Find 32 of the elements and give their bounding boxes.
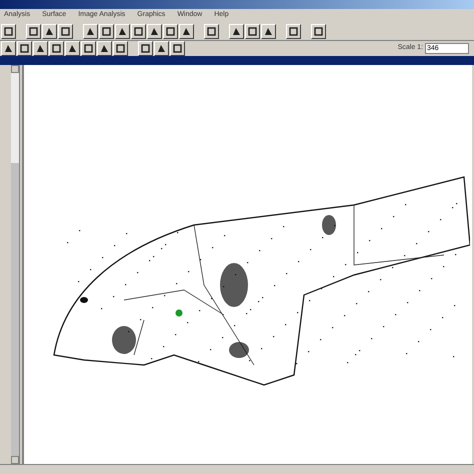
tool-button[interactable] bbox=[83, 24, 98, 38]
tool-button[interactable] bbox=[99, 24, 114, 38]
tool-button[interactable] bbox=[245, 24, 260, 38]
tool-button[interactable] bbox=[1, 41, 16, 56]
tool-icon bbox=[314, 26, 323, 36]
tool-button[interactable] bbox=[49, 41, 64, 56]
tool-button[interactable] bbox=[179, 24, 194, 38]
tool-button[interactable] bbox=[204, 24, 219, 38]
tool-button[interactable] bbox=[138, 41, 153, 56]
scrollbar[interactable] bbox=[11, 65, 19, 464]
tool-button[interactable] bbox=[1, 24, 16, 38]
tool-button[interactable] bbox=[26, 24, 41, 38]
tool-icon bbox=[289, 26, 298, 36]
tool-button[interactable] bbox=[115, 24, 130, 38]
tool-button[interactable] bbox=[42, 24, 57, 38]
tool-button[interactable] bbox=[58, 24, 73, 38]
tool-button[interactable] bbox=[81, 41, 96, 56]
tool-button[interactable] bbox=[113, 41, 128, 56]
tool-button[interactable] bbox=[261, 24, 276, 38]
tool-button[interactable] bbox=[163, 24, 178, 38]
tool-icon bbox=[207, 26, 216, 36]
tool-button[interactable] bbox=[33, 41, 48, 56]
tool-button[interactable] bbox=[229, 24, 244, 38]
tool-button[interactable] bbox=[286, 24, 301, 38]
tool-button[interactable] bbox=[154, 41, 169, 56]
tool-button[interactable] bbox=[131, 24, 146, 38]
tool-button[interactable] bbox=[97, 41, 112, 56]
tool-button[interactable] bbox=[147, 24, 162, 38]
tool-button[interactable] bbox=[170, 41, 185, 56]
tool-button[interactable] bbox=[17, 41, 32, 56]
tool-button[interactable] bbox=[65, 41, 80, 56]
tool-button[interactable] bbox=[311, 24, 326, 38]
